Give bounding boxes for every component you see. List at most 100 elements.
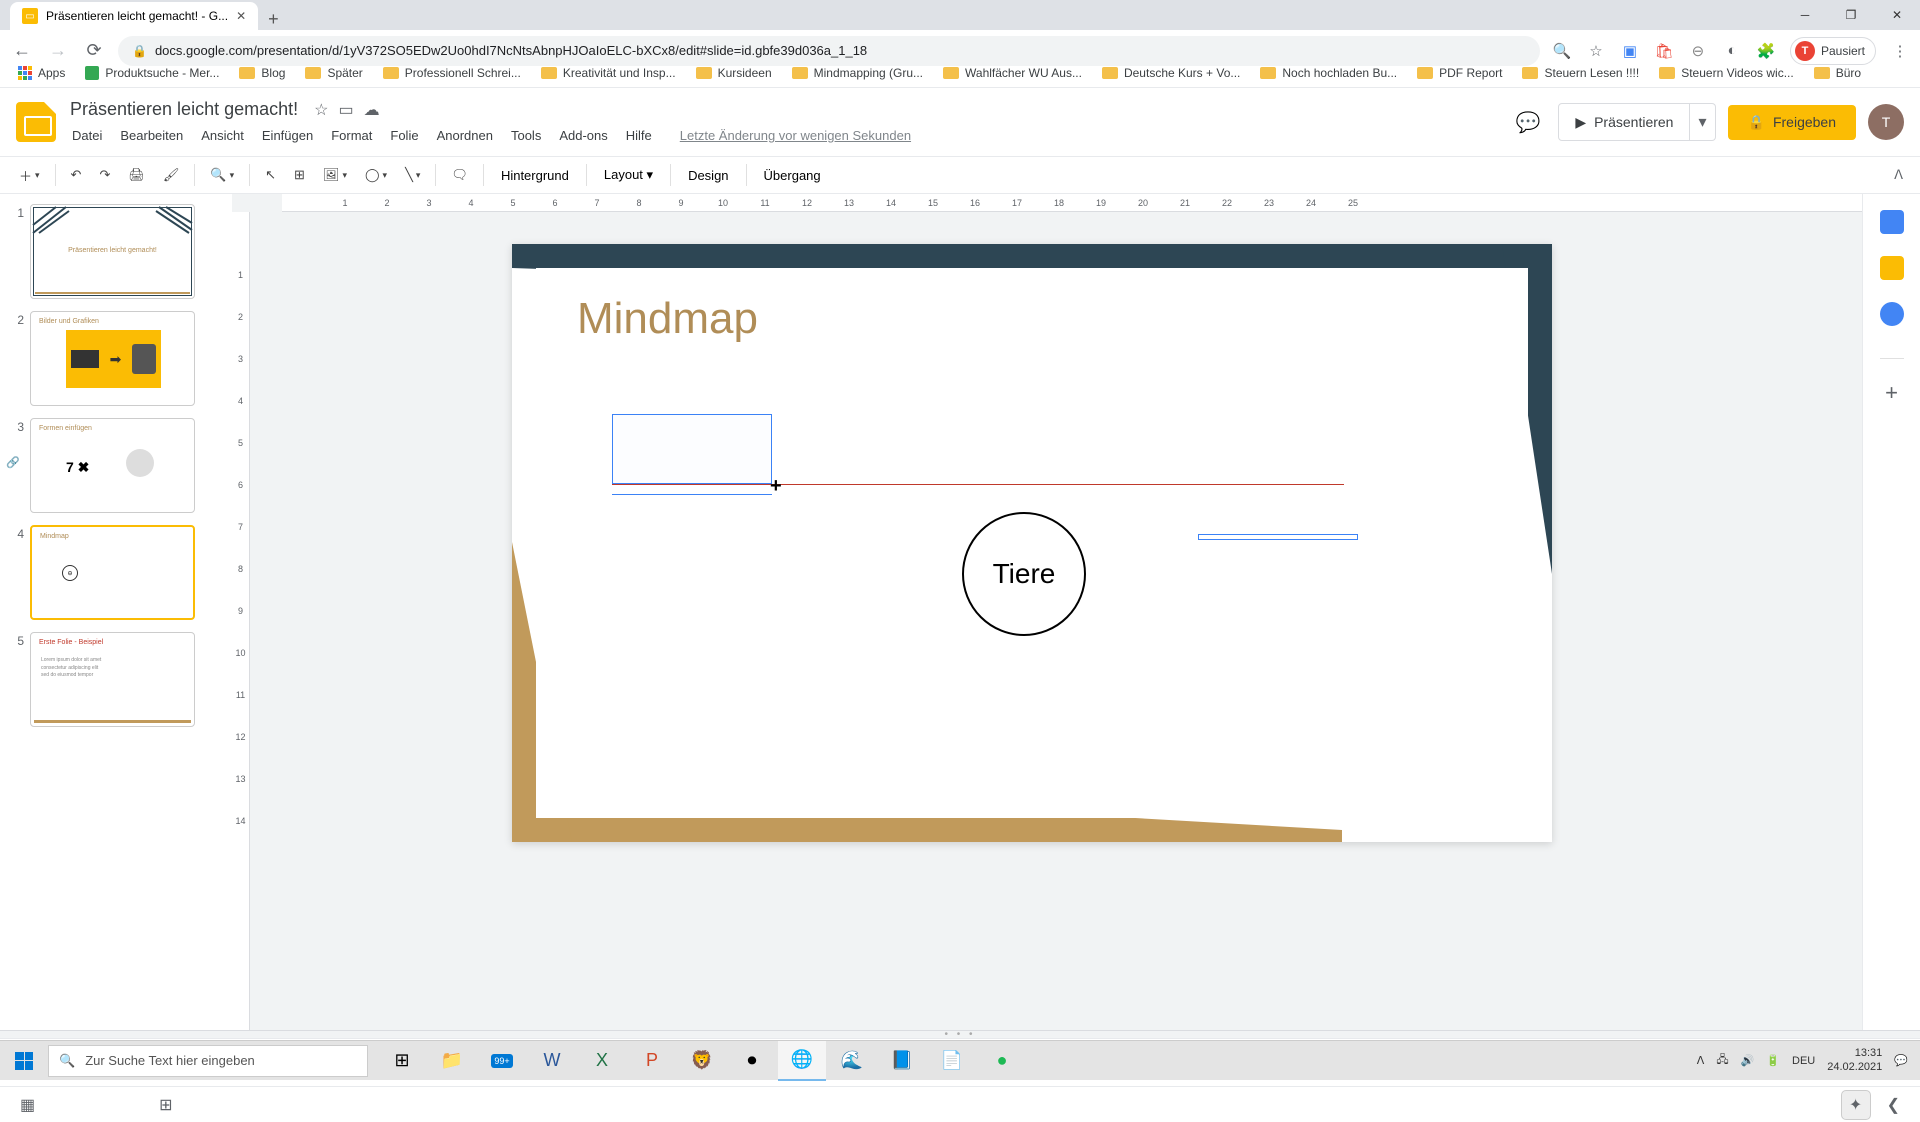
account-avatar[interactable]: T — [1868, 104, 1904, 140]
bookmark-item[interactable]: Noch hochladen Bu... — [1252, 62, 1405, 84]
extension-icon-4[interactable]: ◐ — [1722, 41, 1742, 61]
tray-expand-icon[interactable]: ᐱ — [1697, 1054, 1705, 1067]
extension-icon-2[interactable]: 🛍 — [1654, 41, 1674, 61]
slides-logo[interactable] — [16, 102, 56, 142]
extension-icon-1[interactable]: ▣ — [1620, 41, 1640, 61]
textbox-tool[interactable]: ⊞ — [287, 162, 312, 188]
move-document-icon[interactable]: ▭ — [338, 100, 353, 120]
bookmark-item[interactable]: Später — [297, 62, 370, 84]
task-view-icon[interactable]: ⊞ — [378, 1041, 426, 1081]
bookmark-item[interactable]: Büro — [1806, 62, 1869, 84]
forward-button[interactable]: → — [46, 40, 70, 61]
chrome-icon[interactable]: 🌐 — [778, 1041, 826, 1081]
edge-icon[interactable]: 🌊 — [828, 1041, 876, 1081]
background-button[interactable]: Hintergrund — [492, 163, 578, 188]
clock[interactable]: 13:31 24.02.2021 — [1827, 1047, 1882, 1073]
menu-tools[interactable]: Tools — [503, 124, 549, 147]
menu-format[interactable]: Format — [323, 124, 380, 147]
collapse-toolbar-icon[interactable]: ᐱ — [1889, 162, 1908, 188]
present-button[interactable]: ▶ Präsentieren — [1558, 103, 1690, 141]
bookmark-item[interactable]: Mindmapping (Gru... — [784, 62, 931, 84]
vertical-ruler[interactable]: 1234567891011121314 — [232, 212, 250, 1030]
volume-icon[interactable]: 🔊 — [1741, 1054, 1755, 1067]
menu-anordnen[interactable]: Anordnen — [429, 124, 501, 147]
menu-bearbeiten[interactable]: Bearbeiten — [112, 124, 191, 147]
apps-shortcut[interactable]: Apps — [10, 62, 73, 84]
bookmark-item[interactable]: Steuern Videos wic... — [1651, 62, 1802, 84]
layout-button[interactable]: Layout ▾ — [595, 162, 662, 188]
document-title[interactable]: Präsentieren leicht gemacht! — [64, 97, 304, 122]
comment-tool[interactable]: 🗨 — [444, 162, 475, 188]
menu-hilfe[interactable]: Hilfe — [618, 124, 660, 147]
close-window-button[interactable]: ✕ — [1874, 0, 1920, 30]
last-edit-link[interactable]: Letzte Änderung vor wenigen Sekunden — [672, 124, 919, 147]
excel-icon[interactable]: X — [578, 1041, 626, 1081]
transition-button[interactable]: Übergang — [755, 163, 830, 188]
app-icon[interactable]: 📘 — [878, 1041, 926, 1081]
share-button[interactable]: 🔒 Freigeben — [1728, 105, 1856, 140]
bookmark-item[interactable]: Produktsuche - Mer... — [77, 62, 227, 84]
brave-icon[interactable]: 🦁 — [678, 1041, 726, 1081]
zoom-icon[interactable]: 🔍 — [1552, 41, 1572, 61]
maximize-button[interactable]: ❐ — [1828, 0, 1874, 30]
undo-button[interactable]: ↶ — [64, 162, 89, 188]
notes-drag-handle[interactable]: • • • — [0, 1030, 1920, 1038]
start-button[interactable] — [0, 1041, 48, 1081]
powerpoint-icon[interactable]: P — [628, 1041, 676, 1081]
bookmark-item[interactable]: Kreativität und Insp... — [533, 62, 684, 84]
slide-title[interactable]: Mindmap — [577, 294, 758, 344]
taskbar-search[interactable]: 🔍 Zur Suche Text hier eingeben — [48, 1045, 368, 1077]
zoom-button[interactable]: 🔍▾ — [203, 162, 241, 188]
minimize-button[interactable]: ─ — [1782, 0, 1828, 30]
keep-addon-icon[interactable] — [1880, 256, 1904, 280]
horizontal-ruler[interactable]: 1234567891011121314151617181920212223242… — [282, 194, 1862, 212]
present-dropdown[interactable]: ▾ — [1690, 103, 1715, 141]
redo-button[interactable]: ↷ — [92, 162, 117, 188]
bookmark-item[interactable]: Kursideen — [688, 62, 780, 84]
profile-chip[interactable]: T Pausiert — [1790, 37, 1876, 65]
slide-thumbnail-3[interactable]: Formen einfügen 7 ✖ — [30, 418, 195, 513]
menu-datei[interactable]: Datei — [64, 124, 110, 147]
extension-icon-3[interactable]: ⊖ — [1688, 41, 1708, 61]
slide-canvas[interactable]: Mindmap Tiere + — [512, 244, 1552, 842]
network-icon[interactable]: 🖧 — [1716, 1051, 1728, 1070]
line-tool[interactable]: ╲▾ — [398, 162, 427, 188]
slide-thumbnail-5[interactable]: Erste Folie - Beispiel Lorem ipsum dolor… — [30, 632, 195, 727]
bookmark-item[interactable]: Blog — [231, 62, 293, 84]
mindmap-circle[interactable]: Tiere — [962, 512, 1086, 636]
calendar-addon-icon[interactable] — [1880, 210, 1904, 234]
shape-placeholder[interactable] — [1198, 534, 1358, 540]
back-button[interactable]: ← — [10, 40, 34, 61]
menu-einfuegen[interactable]: Einfügen — [254, 124, 321, 147]
mail-icon[interactable]: 99+ — [478, 1041, 526, 1081]
reload-button[interactable]: ⟳ — [82, 40, 106, 61]
obs-icon[interactable]: ⏺ — [728, 1041, 776, 1081]
drawing-shape-rect[interactable] — [612, 414, 772, 484]
new-slide-button[interactable]: ＋▾ — [12, 161, 47, 190]
bookmark-item[interactable]: PDF Report — [1409, 62, 1510, 84]
extensions-menu-icon[interactable]: 🧩 — [1756, 41, 1776, 61]
star-icon[interactable]: ☆ — [1586, 41, 1606, 61]
chrome-menu-icon[interactable]: ⋮ — [1890, 41, 1910, 61]
new-tab-button[interactable]: + — [258, 9, 289, 30]
expand-panel-icon[interactable]: ❮ — [1887, 1095, 1900, 1115]
filmstrip-view-icon[interactable]: ▦ — [20, 1095, 35, 1115]
add-addon-icon[interactable]: + — [1880, 381, 1904, 405]
bookmark-item[interactable]: Wahlfächer WU Aus... — [935, 62, 1090, 84]
tasks-addon-icon[interactable] — [1880, 302, 1904, 326]
menu-ansicht[interactable]: Ansicht — [193, 124, 252, 147]
slide-thumbnail-2[interactable]: Bilder und Grafiken ➡ — [30, 311, 195, 406]
bookmark-item[interactable]: Steuern Lesen !!!! — [1514, 62, 1647, 84]
word-icon[interactable]: W — [528, 1041, 576, 1081]
app-icon[interactable]: 📄 — [928, 1041, 976, 1081]
comments-button[interactable]: 💬 — [1510, 104, 1546, 140]
browser-tab[interactable]: ▭ Präsentieren leicht gemacht! - G... ✕ — [10, 2, 258, 30]
battery-icon[interactable]: 🔋 — [1766, 1054, 1780, 1067]
tab-close-icon[interactable]: ✕ — [236, 9, 246, 23]
grid-view-icon[interactable]: ⊞ — [159, 1095, 172, 1115]
design-button[interactable]: Design — [679, 163, 737, 188]
paint-format-button[interactable]: 🖌 — [156, 162, 187, 188]
image-tool[interactable]: 🖼▾ — [316, 162, 354, 188]
bookmark-item[interactable]: Deutsche Kurs + Vo... — [1094, 62, 1248, 84]
print-button[interactable]: 🖨 — [121, 162, 152, 188]
